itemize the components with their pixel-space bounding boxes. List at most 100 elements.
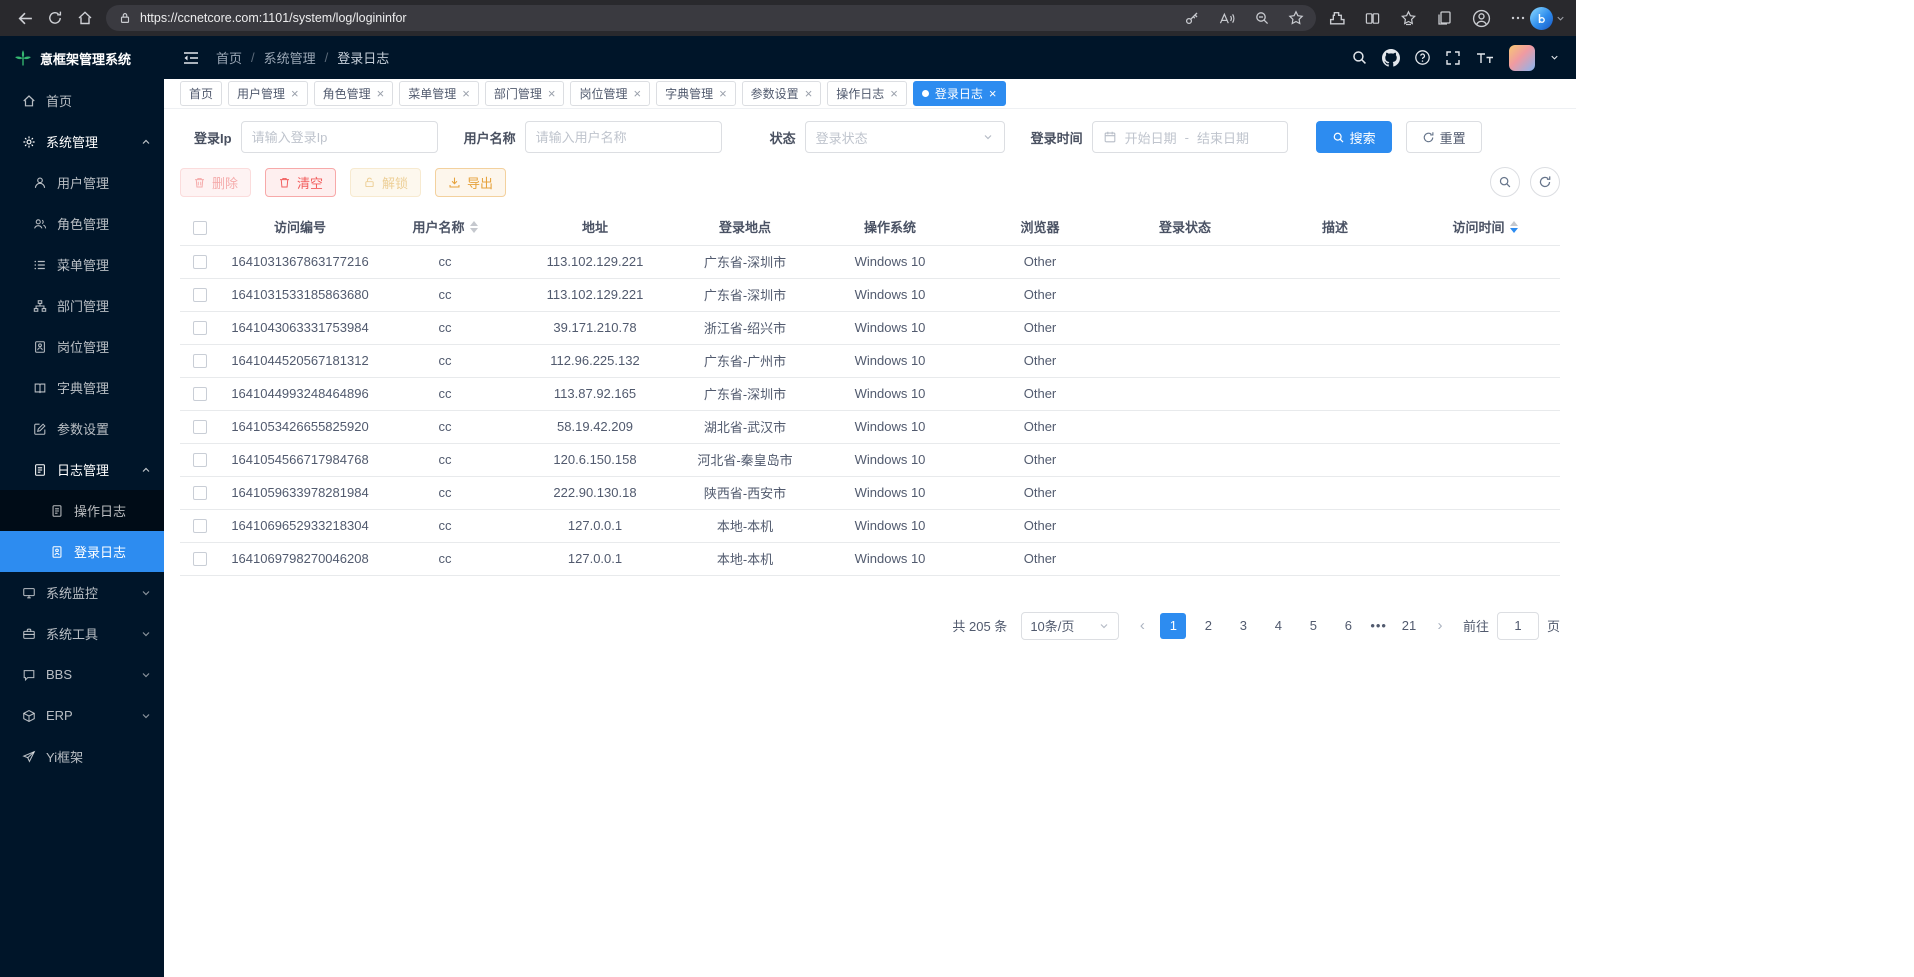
reset-button[interactable]: 重置 [1406, 121, 1482, 153]
clear-button[interactable]: 清空 [265, 168, 336, 197]
app-logo[interactable]: 意框架管理系统 [0, 36, 164, 80]
close-icon[interactable]: × [291, 87, 299, 100]
col-visit-time[interactable]: 访问时间 [1410, 209, 1560, 245]
close-icon[interactable]: × [805, 87, 813, 100]
goto-page-input[interactable] [1497, 612, 1539, 640]
sidebar-item-erp[interactable]: ERP [0, 695, 164, 736]
tab-dept-mgmt[interactable]: 部门管理× [485, 81, 565, 106]
row-checkbox[interactable] [193, 321, 207, 335]
close-icon[interactable]: × [462, 87, 470, 100]
page-ellipsis[interactable]: ••• [1370, 618, 1387, 633]
close-icon[interactable]: × [377, 87, 385, 100]
tab-oper-log[interactable]: 操作日志× [827, 81, 907, 106]
extensions-icon[interactable] [1328, 10, 1345, 27]
sidebar-item-sys-tools[interactable]: 系统工具 [0, 613, 164, 654]
font-size-icon[interactable] [1475, 50, 1495, 66]
table-search-button[interactable] [1490, 167, 1520, 197]
delete-button[interactable]: 删除 [180, 168, 251, 197]
chevron-down-icon[interactable] [1555, 13, 1566, 24]
unlock-button[interactable]: 解锁 [350, 168, 421, 197]
row-checkbox[interactable] [193, 453, 207, 467]
row-checkbox[interactable] [193, 486, 207, 500]
tab-menu-mgmt[interactable]: 菜单管理× [399, 81, 479, 106]
more-icon[interactable] [1510, 10, 1526, 26]
page-button-6[interactable]: 6 [1335, 613, 1361, 639]
search-button[interactable]: 搜索 [1316, 121, 1392, 153]
row-checkbox[interactable] [193, 387, 207, 401]
help-icon[interactable] [1414, 49, 1431, 66]
close-icon[interactable]: × [890, 87, 898, 100]
sidebar-item-dict-mgmt[interactable]: 字典管理 [0, 367, 164, 408]
page-button-3[interactable]: 3 [1230, 613, 1256, 639]
sidebar-item-user-mgmt[interactable]: 用户管理 [0, 162, 164, 203]
chevron-down-icon[interactable] [1549, 52, 1560, 63]
date-range-picker[interactable]: 开始日期 - 结束日期 [1092, 121, 1288, 153]
sidebar-item-log-mgmt[interactable]: 日志管理 [0, 449, 164, 490]
sidebar-item-oper-log[interactable]: 操作日志 [0, 490, 164, 531]
login-ip-input[interactable] [241, 121, 438, 153]
sidebar-item-param-settings[interactable]: 参数设置 [0, 408, 164, 449]
page-button-last[interactable]: 21 [1396, 613, 1422, 639]
home-icon[interactable] [70, 4, 100, 32]
refresh-icon[interactable] [40, 4, 70, 32]
github-icon[interactable] [1382, 49, 1400, 67]
favorites-bar-icon[interactable] [1400, 10, 1417, 26]
next-page-button[interactable]: › [1431, 617, 1449, 634]
sidebar-item-login-log[interactable]: 登录日志 [0, 531, 164, 572]
site-info-icon[interactable] [118, 11, 132, 25]
sidebar-item-bbs[interactable]: BBS [0, 654, 164, 695]
row-checkbox[interactable] [193, 519, 207, 533]
avatar[interactable] [1509, 45, 1535, 71]
close-icon[interactable]: × [989, 87, 997, 100]
split-screen-icon[interactable] [1364, 11, 1381, 26]
tab-user-mgmt[interactable]: 用户管理× [228, 81, 308, 106]
page-button-2[interactable]: 2 [1195, 613, 1221, 639]
table-refresh-button[interactable] [1530, 167, 1560, 197]
breadcrumb-home[interactable]: 首页 [216, 48, 242, 67]
tab-login-log[interactable]: 登录日志× [913, 81, 1006, 106]
tab-post-mgmt[interactable]: 岗位管理× [570, 81, 650, 106]
row-checkbox[interactable] [193, 420, 207, 434]
row-checkbox[interactable] [193, 288, 207, 302]
tab-dict-mgmt[interactable]: 字典管理× [656, 81, 736, 106]
col-user-name[interactable]: 用户名称 [380, 209, 510, 245]
sidebar-item-role-mgmt[interactable]: 角色管理 [0, 203, 164, 244]
status-select[interactable]: 登录状态 [805, 121, 1005, 153]
read-aloud-icon[interactable] [1218, 11, 1236, 26]
collections-icon[interactable] [1436, 10, 1453, 26]
sidebar-collapse-icon[interactable] [182, 50, 200, 66]
sidebar-item-post-mgmt[interactable]: 岗位管理 [0, 326, 164, 367]
tab-role-mgmt[interactable]: 角色管理× [314, 81, 394, 106]
favorites-add-icon[interactable] [1288, 10, 1304, 26]
sidebar-item-home[interactable]: 首页 [0, 80, 164, 121]
close-icon[interactable]: × [548, 87, 556, 100]
sidebar-item-dept-mgmt[interactable]: 部门管理 [0, 285, 164, 326]
close-icon[interactable]: × [719, 87, 727, 100]
sidebar-item-system-mgmt[interactable]: 系统管理 [0, 121, 164, 162]
sidebar-item-menu-mgmt[interactable]: 菜单管理 [0, 244, 164, 285]
page-size-select[interactable]: 10条/页 [1021, 612, 1119, 640]
profile-icon[interactable] [1472, 9, 1491, 28]
password-key-icon[interactable] [1184, 10, 1200, 26]
user-name-input[interactable] [525, 121, 722, 153]
back-icon[interactable] [10, 4, 40, 32]
export-button[interactable]: 导出 [435, 168, 506, 197]
sort-icon[interactable] [1510, 221, 1518, 233]
sort-icon[interactable] [470, 221, 478, 233]
select-all-checkbox[interactable] [193, 221, 207, 235]
breadcrumb-section[interactable]: 系统管理 [264, 48, 316, 67]
page-button-1[interactable]: 1 [1160, 613, 1186, 639]
close-icon[interactable]: × [633, 87, 641, 100]
fullscreen-icon[interactable] [1445, 50, 1461, 66]
bing-icon[interactable] [1530, 7, 1553, 30]
tab-param-settings[interactable]: 参数设置× [742, 81, 822, 106]
address-bar[interactable]: https://ccnetcore.com:1101/system/log/lo… [106, 5, 1316, 31]
zoom-icon[interactable] [1254, 10, 1270, 26]
row-checkbox[interactable] [193, 354, 207, 368]
prev-page-button[interactable]: ‹ [1133, 617, 1151, 634]
sidebar-item-sys-monitor[interactable]: 系统监控 [0, 572, 164, 613]
sidebar-item-yi-framework[interactable]: Yi框架 [0, 736, 164, 777]
tab-home[interactable]: 首页 [180, 81, 222, 106]
row-checkbox[interactable] [193, 552, 207, 566]
search-icon[interactable] [1351, 49, 1368, 66]
